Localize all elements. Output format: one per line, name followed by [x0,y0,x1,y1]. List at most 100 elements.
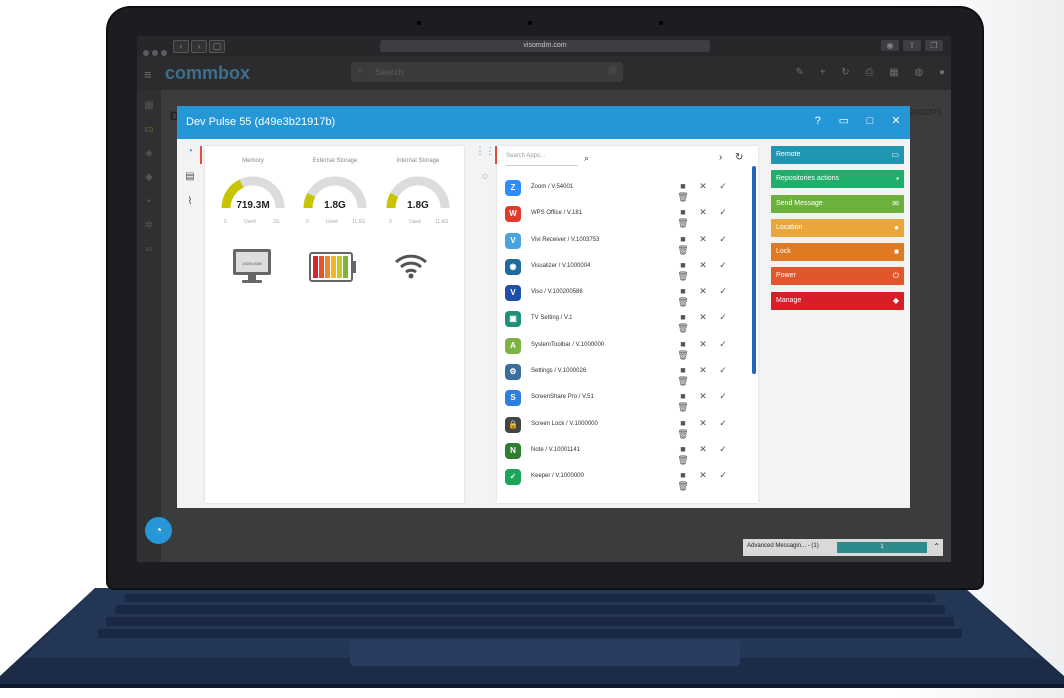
next-page-icon[interactable]: › [719,152,722,163]
button-label: Power [776,272,796,280]
stop-icon[interactable]: ■ [673,181,693,191]
lock-button[interactable]: Lock ■ [771,243,904,262]
envelope-icon: ✉ [892,198,899,208]
tab-messages-icon[interactable]: ▤ [180,171,200,189]
advanced-messaging-bar[interactable]: Advanced Messagin... - (1) 1 ⌃ [743,539,943,556]
search-apps-input[interactable]: Search Apps... [506,153,545,159]
back-icon[interactable]: ‹ [173,40,189,53]
nav-dashboard-icon[interactable]: ▦ [137,100,161,114]
refresh-icon[interactable]: ↻ [735,152,743,163]
nav-settings-icon[interactable]: ✲ [137,220,161,234]
modal-header-actions: ? ▭ □ ✕ [801,114,902,127]
app-name: WPS Office / V.181 [531,210,583,217]
check-icon[interactable]: ✓ [713,365,733,376]
trash-icon[interactable]: 🗑 [673,481,693,492]
app-row: N Note / V.10001141 ■ ✕ ✓🗑 [503,439,743,465]
check-icon[interactable]: ✓ [713,286,733,297]
nav-shield-icon[interactable]: ◈ [137,148,161,162]
check-icon[interactable]: ✓ [713,470,733,481]
remote-button[interactable]: Remote ▭ [771,146,904,164]
stop-icon[interactable]: ■ [673,418,693,428]
uninstall-icon[interactable]: ✕ [693,234,713,245]
uninstall-icon[interactable]: ✕ [693,260,713,271]
uninstall-icon[interactable]: ✕ [693,470,713,481]
add-icon[interactable]: + [820,67,826,78]
stop-icon[interactable]: ■ [673,234,693,244]
uninstall-icon[interactable]: ✕ [693,312,713,323]
nav-folder-icon[interactable]: ▭ [137,124,161,138]
uninstall-icon[interactable]: ✕ [693,339,713,350]
app-icon: N [505,442,521,459]
check-icon[interactable]: ✓ [713,260,733,271]
close-icon[interactable]: ✕ [890,114,902,127]
mic-icon[interactable]: ◎ [608,65,617,76]
uninstall-icon[interactable]: ✕ [693,286,713,297]
stop-icon[interactable]: ■ [673,470,693,480]
tabs-icon[interactable]: ❐ [925,40,943,51]
globe-icon[interactable]: ◍ [914,67,923,78]
tab-apps-icon[interactable]: ⋮⋮ [475,146,497,164]
stop-icon[interactable]: ■ [673,339,693,349]
sidebar-icon[interactable]: ▢ [209,40,225,53]
uninstall-icon[interactable]: ✕ [693,181,713,192]
gauge-value: 1.8G [324,200,346,211]
check-icon[interactable]: ✓ [713,181,733,192]
repositories-actions-button[interactable]: Repositories actions ▪ [771,170,904,189]
nav-users-icon[interactable]: ◆ [137,172,161,186]
plug-icon[interactable]: ✎ [795,67,803,78]
stop-icon[interactable]: ■ [673,365,693,375]
app-icon: ✓ [505,469,521,486]
location-button[interactable]: Location ● [771,218,904,237]
gauge-label: Memory [242,158,264,164]
chat-bubble-icon[interactable]: ◔ [145,517,172,544]
power-button[interactable]: Power ⏻ [771,267,904,286]
check-icon[interactable]: ✓ [713,391,733,402]
chevron-up-icon[interactable]: ⌃ [933,542,940,551]
tab-network-icon[interactable]: ⌇ [180,196,200,214]
maximize-icon[interactable]: □ [864,115,876,127]
search-icon[interactable]: ⌕ [584,153,589,164]
tab-loading-icon[interactable]: ◌ [475,171,495,189]
camera-lens [528,21,532,25]
menu-icon[interactable]: ≡ [144,67,152,82]
grid-icon[interactable]: ▦ [889,67,898,78]
stop-icon[interactable]: ■ [673,260,693,270]
send-message-button[interactable]: Send Message ✉ [771,194,904,213]
stop-icon[interactable]: ■ [673,312,693,322]
nav-save-icon[interactable]: ▪ [137,196,161,210]
check-icon[interactable]: ✓ [713,418,733,429]
check-icon[interactable]: ✓ [713,339,733,350]
uninstall-icon[interactable]: ✕ [693,365,713,376]
help-icon[interactable]: ? [812,115,824,127]
nav-link-icon[interactable]: ∞ [137,244,161,258]
forward-icon[interactable]: › [191,40,207,53]
check-icon[interactable]: ✓ [713,312,733,323]
uninstall-icon[interactable]: ✕ [693,418,713,429]
uninstall-icon[interactable]: ✕ [693,444,713,455]
uninstall-icon[interactable]: ✕ [693,207,713,218]
groups-tab[interactable]: GROUPS [907,108,942,117]
uninstall-icon[interactable]: ✕ [693,391,713,402]
stop-icon[interactable]: ■ [673,207,693,217]
print-icon[interactable]: ⎙ [865,67,873,78]
stop-icon[interactable]: ■ [673,444,693,454]
stop-icon[interactable]: ■ [673,391,693,401]
search-input[interactable]: ⌕ Search ◎ [351,62,623,82]
tab-dashboard-icon[interactable]: ◔ [180,146,202,164]
url-bar[interactable]: visomdm.com [380,40,710,52]
check-icon[interactable]: ✓ [713,444,733,455]
app-row: Z Zoom / V.54001 ■ ✕ ✓🗑 [503,176,743,202]
stop-icon[interactable]: ■ [673,286,693,296]
minimize-icon[interactable]: ▭ [838,114,850,127]
refresh-icon[interactable]: ↻ [841,67,849,78]
app-row: S ScreenShare Pro / V.51 ■ ✕ ✓🗑 [503,386,743,412]
share-icon[interactable]: ⇧ [903,40,921,51]
app-row: ⚙ Settings / V.1000026 ■ ✕ ✓🗑 [503,360,743,386]
check-icon[interactable]: ✓ [713,234,733,245]
check-icon[interactable]: ✓ [713,207,733,218]
user-icon[interactable]: ● [939,67,945,78]
manage-button[interactable]: Manage ◆ [771,291,904,310]
scrollbar[interactable] [752,166,756,374]
left-nav: ▦ ▭ ◈ ◆ ▪ ✲ ∞ [137,90,161,562]
extension-icon[interactable]: ◉ [881,40,899,51]
